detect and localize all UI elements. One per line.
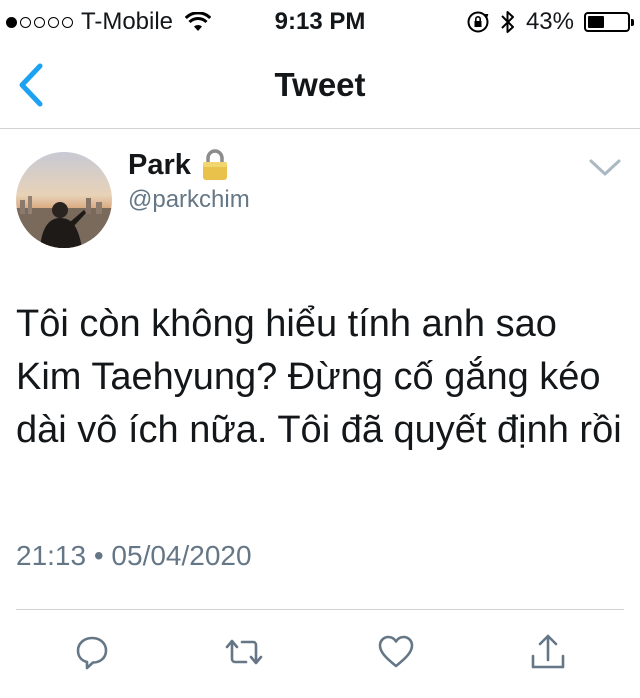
status-bar: T-Mobile 9:13 PM 43% — [0, 0, 640, 40]
battery-percent: 43% — [525, 8, 574, 35]
chevron-down-icon[interactable] — [588, 158, 622, 178]
tweet-timestamp: 21:13 • 05/04/2020 — [16, 540, 252, 571]
bluetooth-icon — [501, 11, 514, 33]
heart-icon[interactable] — [376, 632, 416, 672]
lock-icon — [202, 149, 227, 180]
author-handle[interactable]: @parkchim — [128, 186, 250, 214]
avatar[interactable] — [16, 152, 112, 248]
reply-icon[interactable] — [72, 632, 112, 672]
retweet-icon[interactable] — [224, 632, 264, 672]
page-title: Tweet — [274, 66, 366, 103]
author-name-row: Park — [128, 148, 229, 182]
nav-bar: Tweet — [0, 40, 640, 129]
author-name[interactable]: Park — [128, 149, 191, 182]
orientation-lock-icon — [467, 11, 489, 33]
tweet-actions — [0, 632, 640, 676]
avatar-image — [16, 152, 112, 248]
divider — [16, 609, 624, 610]
share-icon[interactable] — [528, 632, 568, 672]
status-right: 43% — [466, 8, 634, 36]
battery-icon — [584, 12, 634, 32]
tweet-text: Tôi còn không hiểu tính anh sao Kim Taeh… — [16, 303, 622, 451]
